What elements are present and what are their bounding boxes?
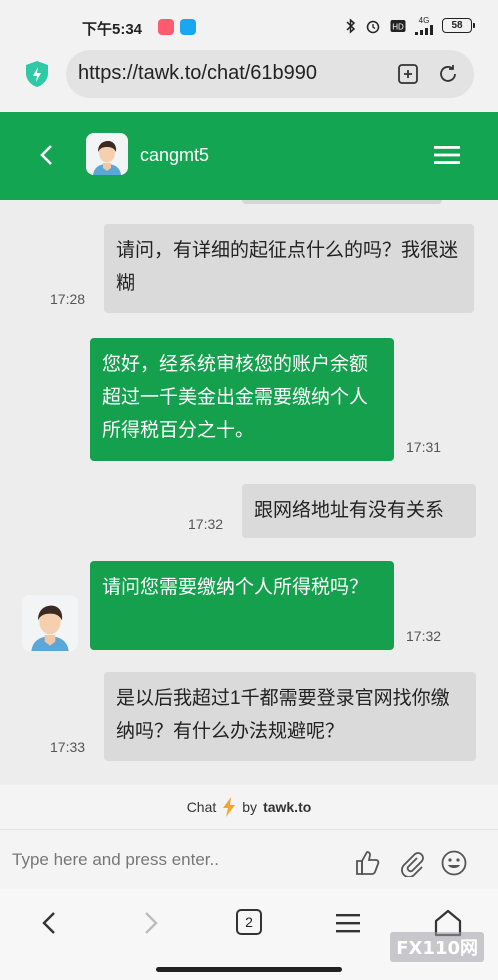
message-composer [0, 829, 498, 889]
signal-icon: 4G [415, 16, 433, 35]
message-time: 17:32 [406, 628, 442, 644]
status-time: 下午5:34 [82, 21, 143, 38]
agent-avatar [22, 595, 78, 651]
address-bar[interactable]: https://tawk.to/chat/61b990 [66, 50, 474, 98]
alarm-icon [366, 20, 380, 33]
tawk-logo: tawk.to [263, 799, 312, 815]
svg-text:HD: HD [392, 22, 404, 31]
message-text: 是以后我超过1千都需要登录官网找你缴纳吗？有什么办法规避呢？ [116, 688, 450, 742]
message-bubble-agent: 请问您需要缴纳个人所得税吗？ [90, 561, 394, 650]
add-tab-icon[interactable] [396, 62, 420, 86]
message-time: 17:33 [50, 739, 86, 755]
emoji-icon[interactable] [440, 849, 468, 877]
hamburger-menu-icon[interactable] [332, 907, 364, 939]
chat-header: cangmt5 [0, 112, 498, 200]
status-bar: 下午5:34 HD 4G 58 [0, 0, 498, 50]
message-time: 17:32 [188, 516, 224, 532]
url-text[interactable]: https://tawk.to/chat/61b990 [78, 62, 368, 85]
powered-by-word: by [242, 799, 258, 815]
message-bubble-visitor: 是以后我超过1千都需要登录官网找你缴纳吗？有什么办法规避呢？ [104, 672, 476, 761]
bluetooth-icon [346, 17, 356, 34]
message-input[interactable] [12, 842, 332, 878]
forward-nav-icon[interactable] [134, 907, 166, 939]
message-list[interactable]: 请问，有详细的起征点什么的吗？我很迷糊 17:28 您好，经系统审核您的账户余额… [0, 200, 498, 785]
bolt-icon [223, 797, 236, 817]
message-time: 17:31 [406, 439, 442, 455]
browser-toolbar: https://tawk.to/chat/61b990 [0, 50, 498, 112]
home-indicator[interactable] [156, 967, 342, 972]
tabs-button[interactable]: 2 [236, 909, 262, 935]
shield-icon[interactable] [24, 60, 50, 88]
app-notification-icon [158, 19, 174, 35]
app-notification-icon [180, 19, 196, 35]
back-nav-icon[interactable] [34, 907, 66, 939]
back-icon[interactable] [36, 142, 58, 168]
powered-by[interactable]: Chat by tawk.to [0, 785, 498, 829]
message-text: 请问您需要缴纳个人所得税吗？ [102, 577, 369, 598]
hd-icon: HD [390, 19, 406, 32]
menu-icon[interactable] [434, 145, 460, 165]
message-bubble-visitor: 请问，有详细的起征点什么的吗？我很迷糊 [104, 224, 474, 313]
message-bubble-agent: 您好，经系统审核您的账户余额超过一千美金出金需要缴纳个人所得税百分之十。 [90, 338, 394, 461]
message-text: 您好，经系统审核您的账户余额超过一千美金出金需要缴纳个人所得税百分之十。 [102, 354, 369, 441]
message-time: 17:28 [50, 291, 86, 307]
powered-prefix: Chat [186, 799, 217, 815]
agent-avatar [86, 133, 128, 175]
thumbs-up-icon[interactable] [354, 849, 382, 877]
message-bubble-visitor: 跟网络地址有没有关系 [242, 484, 476, 538]
watermark-logo: FX110网 [390, 932, 484, 962]
attachment-icon[interactable] [398, 849, 426, 877]
message-text: 请问，有详细的起征点什么的吗？我很迷糊 [116, 240, 459, 294]
agent-name: cangmt5 [140, 145, 210, 165]
battery-level: 58 [451, 20, 463, 31]
network-type: 4G [418, 16, 430, 25]
reload-icon[interactable] [436, 62, 460, 86]
message-text: 跟网络地址有没有关系 [254, 500, 445, 521]
battery-icon: 58 [442, 18, 475, 33]
